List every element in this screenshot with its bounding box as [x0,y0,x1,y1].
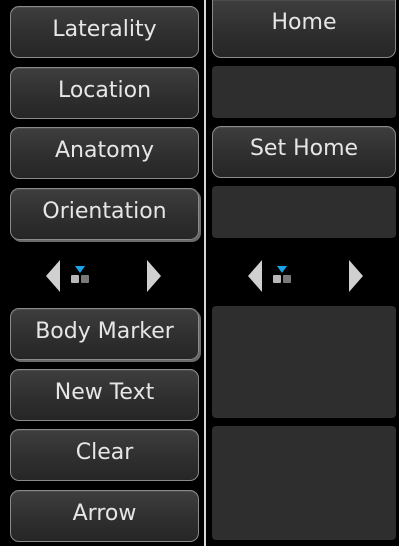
annotation-panel: Laterality Location Anatomy Orientation … [0,0,399,546]
location-button[interactable]: Location [10,67,199,119]
page-prev-icon[interactable] [46,260,60,292]
column-divider [204,0,206,546]
laterality-button[interactable]: Laterality [10,6,199,58]
left-page-navigator [10,250,199,306]
orientation-button[interactable]: Orientation [10,188,199,240]
page-prev-icon[interactable] [248,260,262,292]
empty-slot-2 [212,186,396,238]
anatomy-button[interactable]: Anatomy [10,127,199,179]
page-next-icon[interactable] [349,260,363,292]
page-indicator-icon [272,266,294,286]
empty-slot-4 [212,426,396,540]
arrow-button[interactable]: Arrow [10,490,199,542]
home-button[interactable]: Home [212,0,396,58]
new-text-button[interactable]: New Text [10,369,199,421]
body-marker-button[interactable]: Body Marker [10,308,199,360]
set-home-button[interactable]: Set Home [212,126,396,178]
page-next-icon[interactable] [147,260,161,292]
page-indicator-icon [70,266,92,286]
clear-button[interactable]: Clear [10,429,199,481]
right-page-navigator [212,250,396,306]
empty-slot-1 [212,66,396,118]
empty-slot-3 [212,306,396,418]
